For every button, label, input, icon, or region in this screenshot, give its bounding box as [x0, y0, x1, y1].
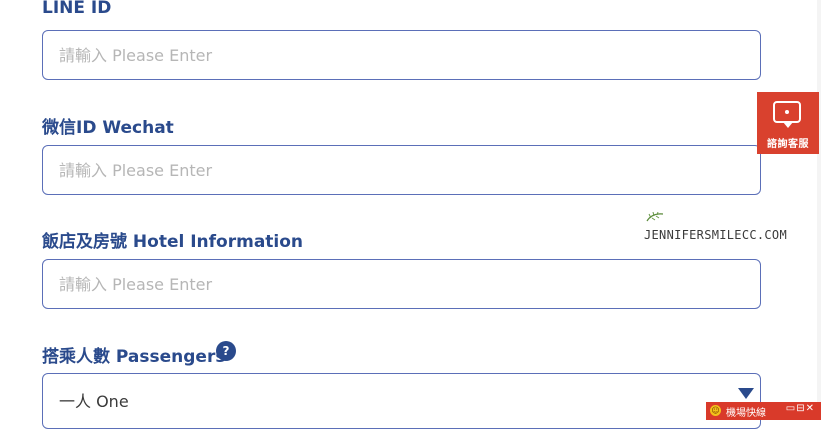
help-icon[interactable]: ?	[216, 341, 236, 361]
smiley-icon: ☺	[710, 405, 721, 416]
customer-service-button[interactable]: 諮詢客服	[757, 92, 819, 154]
chevron-down-icon	[738, 388, 754, 399]
watermark: JENNIFERSMILECC.COM	[644, 212, 787, 242]
line-id-label: LINE ID	[42, 0, 112, 18]
passengers-label: 搭乘人數 Passengers	[42, 347, 226, 367]
hotel-label: 飯店及房號 Hotel Information	[42, 232, 304, 252]
watermark-text: JENNIFERSMILECC.COM	[644, 228, 787, 242]
hotel-input[interactable]	[43, 260, 760, 308]
line-id-input[interactable]	[43, 31, 760, 79]
window-controls[interactable]: ▭⊟✕	[786, 403, 815, 414]
hotel-field-wrapper	[42, 259, 761, 309]
customer-service-label: 諮詢客服	[767, 139, 809, 150]
wechat-field-wrapper	[42, 145, 761, 195]
airport-express-bar[interactable]: ☺ 機場快線 ▭⊟✕	[706, 402, 821, 420]
chat-bubble-icon	[773, 101, 801, 128]
airport-express-label: 機場快線	[726, 408, 766, 419]
passengers-selected-value: 一人 One	[59, 392, 129, 411]
wechat-label: 微信ID Wechat	[42, 118, 174, 138]
wechat-input[interactable]	[43, 146, 760, 194]
page-scrollbar[interactable]	[817, 0, 821, 420]
passengers-select[interactable]: 一人 One	[42, 373, 761, 429]
leaf-icon	[646, 212, 664, 222]
line-id-field-wrapper	[42, 30, 761, 80]
